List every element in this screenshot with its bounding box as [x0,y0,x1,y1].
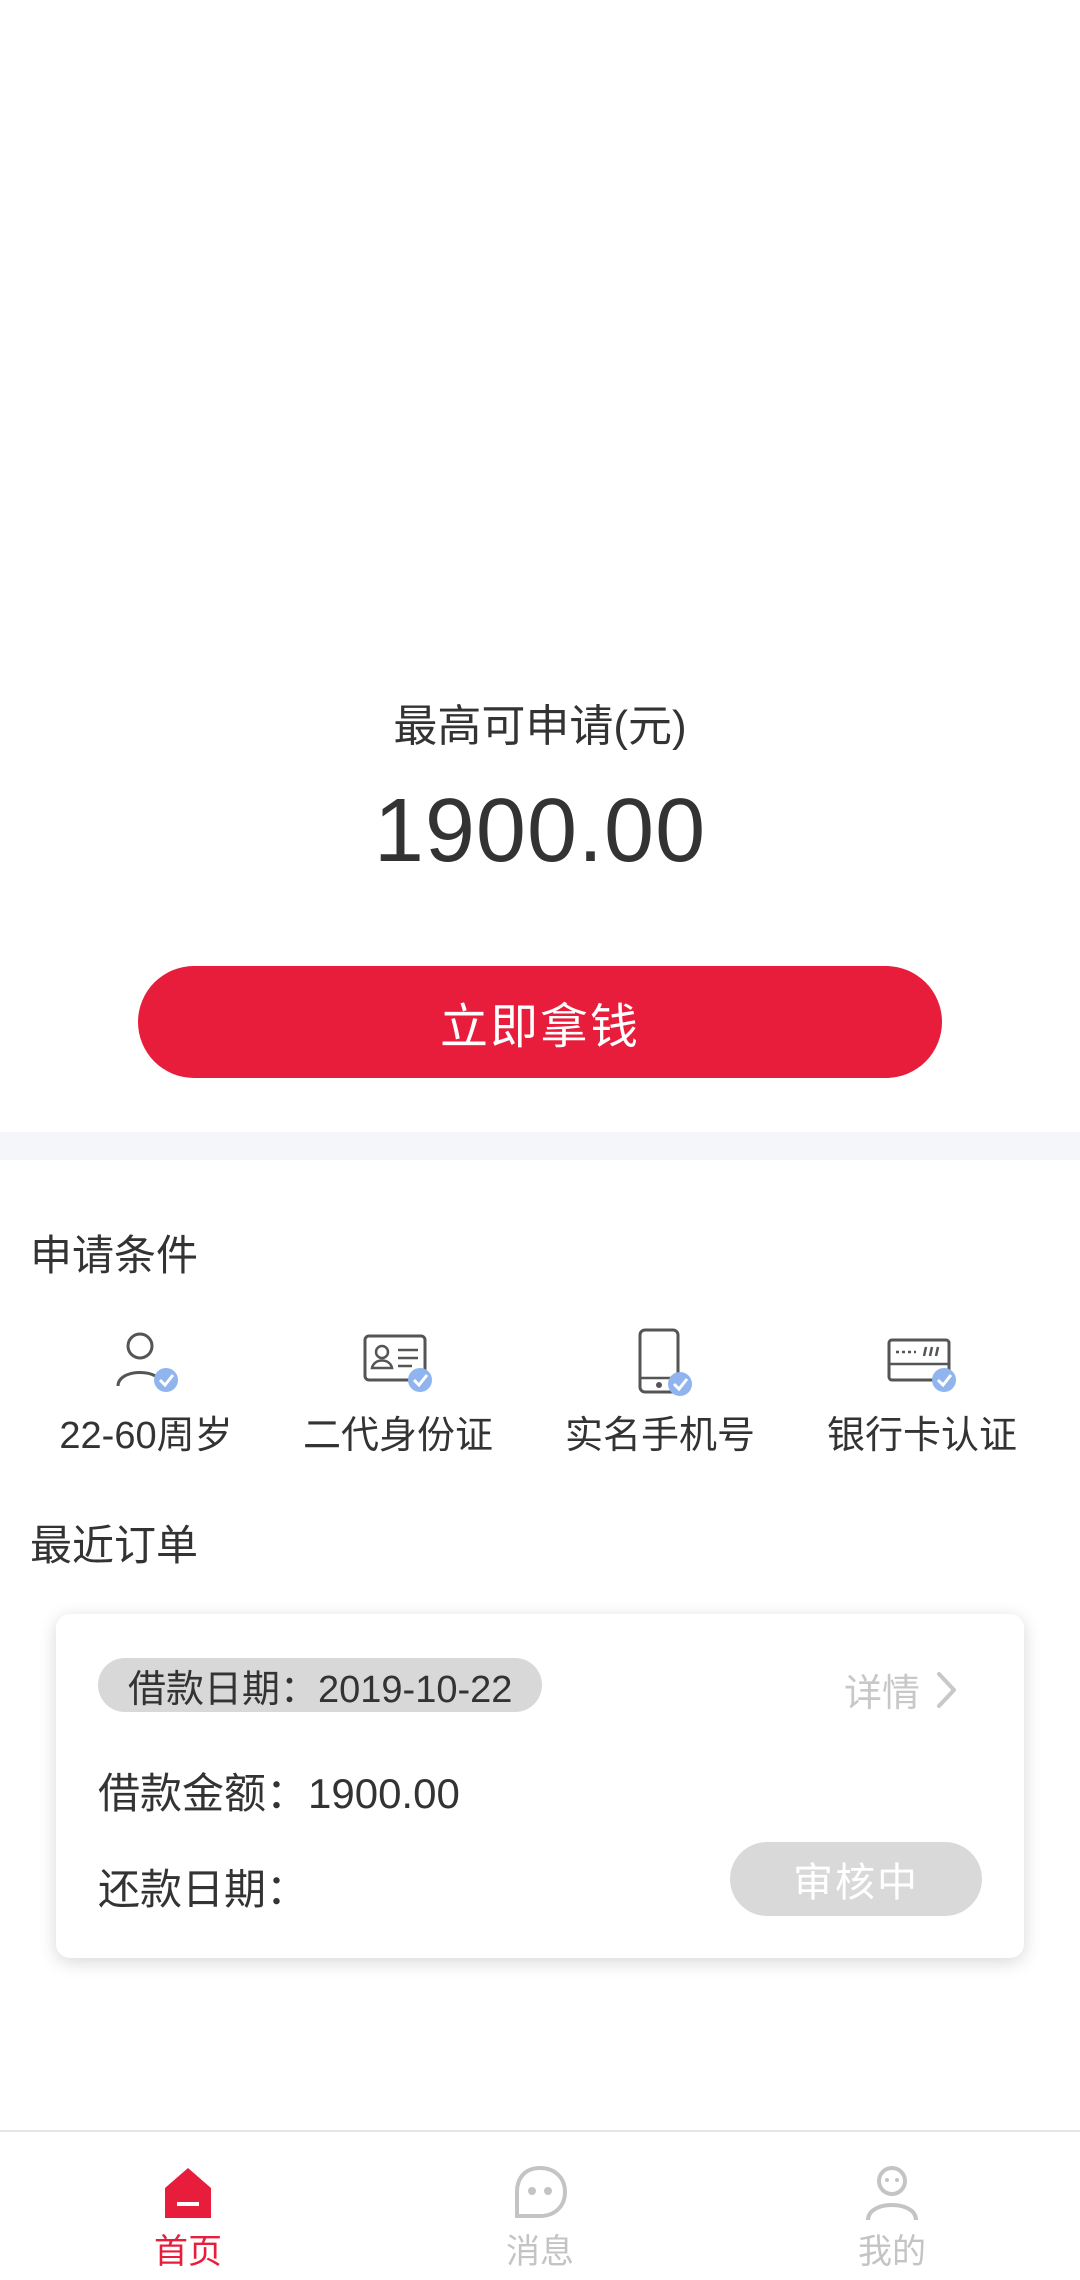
max-amount-value: 1900.00 [373,781,707,881]
loan-date-badge: 借款日期：2019-10-22 [98,1658,543,1712]
section-divider [0,1132,1080,1160]
condition-label: 实名手机号 [564,1415,755,1457]
condition-label: 二代身份证 [302,1415,493,1457]
phone-check-icon [638,1328,692,1396]
tab-label: 消息 [506,2233,574,2271]
tab-label: 首页 [154,2233,222,2271]
condition-label: 22-60周岁 [59,1415,233,1457]
bank-card-check-icon [887,1338,956,1392]
get-money-button[interactable]: 立即拿钱 [138,966,942,1078]
conditions-list: 22-60周岁 二代身份证 实名手机号 银行卡认证 [0,1324,1080,1457]
tab-label: 我的 [858,2233,926,2271]
detail-label: 详情 [843,1673,920,1715]
conditions-title: 申请条件 [30,1232,199,1279]
recent-orders-title: 最近订单 [30,1522,199,1569]
tab-home[interactable]: 首页 [8,2132,368,2280]
chevron-right-icon [937,1671,956,1708]
message-icon [515,2165,568,2218]
order-detail-link[interactable]: 详情 [844,1662,958,1717]
profile-icon [866,2166,918,2221]
home-icon [165,2168,211,2218]
tab-profile[interactable]: 我的 [712,2132,1072,2280]
hero-section: 最高可申请(元) 1900.00 立即拿钱 [0,0,1080,1132]
tab-messages[interactable]: 消息 [360,2132,720,2280]
person-check-icon [116,1332,178,1392]
id-card-check-icon [363,1334,432,1392]
loan-amount: 借款金额：1900.00 [98,1770,460,1817]
order-card[interactable]: 借款日期：2019-10-22 详情 借款金额：1900.00 还款日期： 审核… [56,1614,1024,1958]
condition-label: 银行卡认证 [826,1415,1017,1457]
bottom-tab-bar: 首页 消息 我的 [0,2130,1080,2280]
repay-date: 还款日期： [98,1866,309,1913]
max-amount-label: 最高可申请(元) [393,702,687,751]
status-badge: 审核中 [730,1842,982,1916]
